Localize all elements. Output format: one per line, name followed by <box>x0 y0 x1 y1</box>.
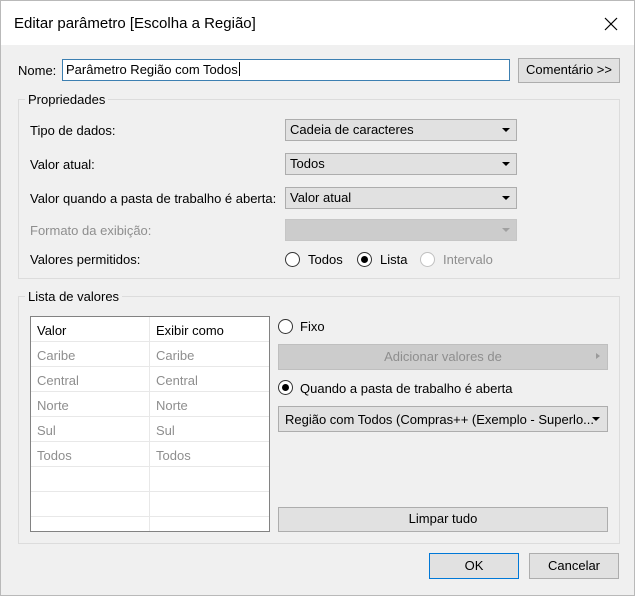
allowed-values-label: Valores permitidos: <box>30 252 141 267</box>
row-display: Norte <box>156 398 188 413</box>
column-header-display: Exibir como <box>156 323 224 338</box>
title-bar: Editar parâmetro [Escolha a Região] <box>1 1 634 45</box>
chevron-down-icon <box>592 417 600 421</box>
edit-parameter-dialog: Editar parâmetro [Escolha a Região] Nome… <box>0 0 635 596</box>
data-type-select[interactable]: Cadeia de caracteres <box>285 119 517 141</box>
table-row[interactable]: Central Central <box>31 367 269 392</box>
radio-when-open-label: Quando a pasta de trabalho é aberta <box>300 381 513 396</box>
display-format-select <box>285 219 517 241</box>
chevron-down-icon <box>502 228 510 232</box>
chevron-down-icon <box>502 128 510 132</box>
radio-range <box>420 252 435 267</box>
row-value: Caribe <box>37 348 76 363</box>
name-input-value: Parâmetro Região com Todos <box>66 62 238 77</box>
on-open-value: Valor atual <box>290 190 352 205</box>
row-value: Todos <box>37 448 72 463</box>
text-caret <box>238 62 240 76</box>
on-open-label: Valor quando a pasta de trabalho é abert… <box>30 191 277 206</box>
chevron-down-icon <box>502 196 510 200</box>
display-format-label: Formato da exibição: <box>30 223 152 238</box>
radio-fixed-label: Fixo <box>300 319 325 334</box>
radio-fixed[interactable] <box>278 319 293 334</box>
radio-all-label: Todos <box>308 252 343 267</box>
empty-row[interactable] <box>31 492 269 517</box>
row-display: Todos <box>156 448 191 463</box>
ok-button[interactable]: OK <box>429 553 519 579</box>
close-icon[interactable] <box>598 11 624 37</box>
cancel-button[interactable]: Cancelar <box>529 553 619 579</box>
current-value-label: Valor atual: <box>30 157 95 172</box>
name-input[interactable]: Parâmetro Região com Todos <box>62 59 510 81</box>
values-list[interactable]: Valor Exibir como Caribe Caribe Central … <box>30 316 270 532</box>
column-header-value: Valor <box>37 323 67 338</box>
empty-row[interactable] <box>31 467 269 492</box>
data-type-label: Tipo de dados: <box>30 123 116 138</box>
chevron-right-icon <box>596 353 600 359</box>
table-row[interactable]: Sul Sul <box>31 417 269 442</box>
source-field-dropdown[interactable]: Região com Todos (Compras++ (Exemplo - S… <box>278 406 608 432</box>
chevron-down-icon <box>502 162 510 166</box>
current-value-select[interactable]: Todos <box>285 153 517 175</box>
add-values-from-button: Adicionar valores de <box>278 344 608 370</box>
comment-button[interactable]: Comentário >> <box>518 58 620 83</box>
table-row[interactable]: Norte Norte <box>31 392 269 417</box>
dialog-title: Editar parâmetro [Escolha a Região] <box>14 15 256 32</box>
clear-all-button[interactable]: Limpar tudo <box>278 507 608 532</box>
row-value: Central <box>37 373 79 388</box>
table-row[interactable]: Todos Todos <box>31 442 269 467</box>
radio-range-label: Intervalo <box>443 252 493 267</box>
name-label: Nome: <box>18 63 57 78</box>
properties-title: Propriedades <box>25 92 109 107</box>
table-row[interactable]: Caribe Caribe <box>31 342 269 367</box>
current-value-value: Todos <box>290 156 325 171</box>
radio-all[interactable] <box>285 252 300 267</box>
on-open-select[interactable]: Valor atual <box>285 187 517 209</box>
row-display: Caribe <box>156 348 195 363</box>
radio-when-open[interactable] <box>278 380 293 395</box>
row-display: Central <box>156 373 198 388</box>
add-values-from-label: Adicionar valores de <box>384 349 502 364</box>
source-field-value: Região com Todos (Compras++ (Exemplo - S… <box>285 412 595 427</box>
row-value: Norte <box>37 398 69 413</box>
radio-list[interactable] <box>357 252 372 267</box>
radio-list-label: Lista <box>380 252 408 267</box>
list-header: Valor Exibir como <box>31 317 269 342</box>
row-display: Sul <box>156 423 175 438</box>
list-of-values-title: Lista de valores <box>25 289 123 304</box>
row-value: Sul <box>37 423 56 438</box>
data-type-value: Cadeia de caracteres <box>290 122 414 137</box>
